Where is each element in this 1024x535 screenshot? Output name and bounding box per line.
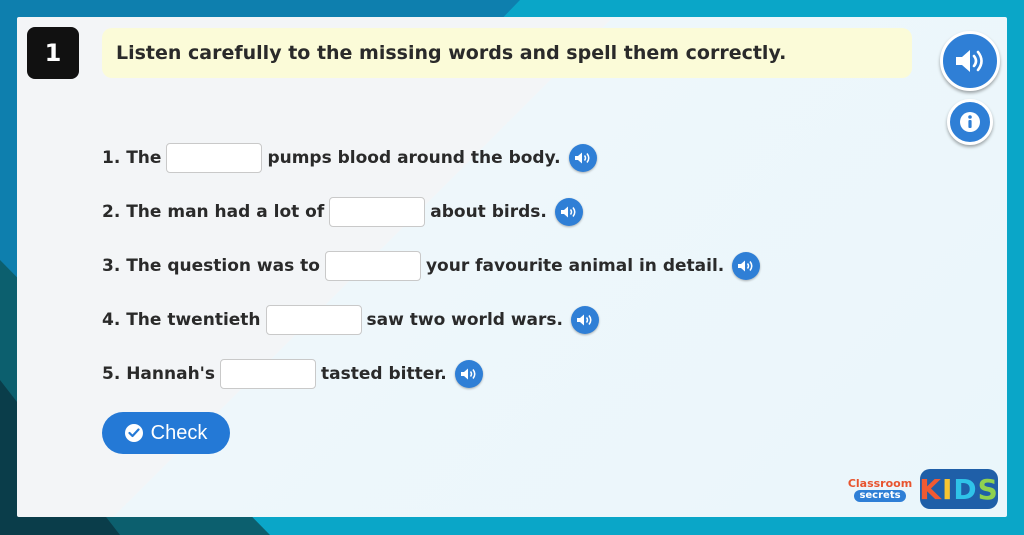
sentence-audio-button-1[interactable] [568,144,597,172]
speaker-icon [956,50,983,72]
instruction-text: Listen carefully to the missing words an… [116,42,787,64]
sentence-text-after: your favourite animal in detail. [425,256,725,276]
instruction-banner: Listen carefully to the missing words an… [102,28,912,78]
answer-input-1[interactable] [166,143,263,173]
answer-input-3[interactable] [324,251,421,281]
speaker-icon [738,260,753,272]
sentence-text-before: 5. Hannah's [102,364,216,384]
kids-letter-s: S [977,472,999,506]
speaker-icon [560,206,576,218]
answer-input-4[interactable] [265,305,362,335]
sentence-audio-button-3[interactable] [732,252,761,280]
sentence-row-5: 5. Hannah's tasted bitter. [102,357,483,391]
checkmark-icon [124,424,143,442]
sentence-text-before: 3. The question was to [102,256,320,276]
sentence-row-4: 4. The twentieth saw two world wars. [102,303,599,337]
sentence-audio-button-4[interactable] [571,306,599,334]
answer-input-5[interactable] [220,359,317,389]
sentence-row-3: 3. The question was to your favourite an… [102,249,761,283]
speaker-icon [577,314,592,326]
sentence-text-before: 2. The man had a lot of [102,202,325,222]
sentence-text-before: 4. The twentieth [102,310,261,330]
sentence-audio-button-5[interactable] [454,360,483,388]
kids-letter-k: K [919,472,942,506]
kids-letter-i: I [941,472,954,506]
sentence-text-after: tasted bitter. [321,364,447,384]
info-icon [960,112,980,132]
answer-input-2[interactable] [329,197,426,227]
check-button-label: Check [150,421,208,444]
speaker-icon [460,368,476,380]
sentence-row-1: 1. The pumps blood around the body. [102,141,597,175]
question-number: 1 [27,27,79,79]
sentence-row-2: 2. The man had a lot of about birds. [102,195,583,229]
info-button[interactable] [947,99,993,145]
kids-letter-d: D [953,472,978,506]
sentence-text-after: pumps blood around the body. [267,148,561,168]
classroom-logo-line2: secrets [854,490,906,502]
classroom-secrets-logo: Classroom secrets [842,477,918,503]
kids-logo: K I D S [919,469,999,509]
sentence-text-after: saw two world wars. [366,310,563,330]
main-audio-button[interactable] [940,31,1000,91]
sentence-text-after: about birds. [430,202,547,222]
check-button[interactable]: Check [102,412,230,454]
sentence-audio-button-2[interactable] [554,198,583,226]
sentence-text-before: 1. The [102,148,162,168]
classroom-logo-line1: Classroom [847,477,913,490]
speaker-icon [574,152,590,164]
